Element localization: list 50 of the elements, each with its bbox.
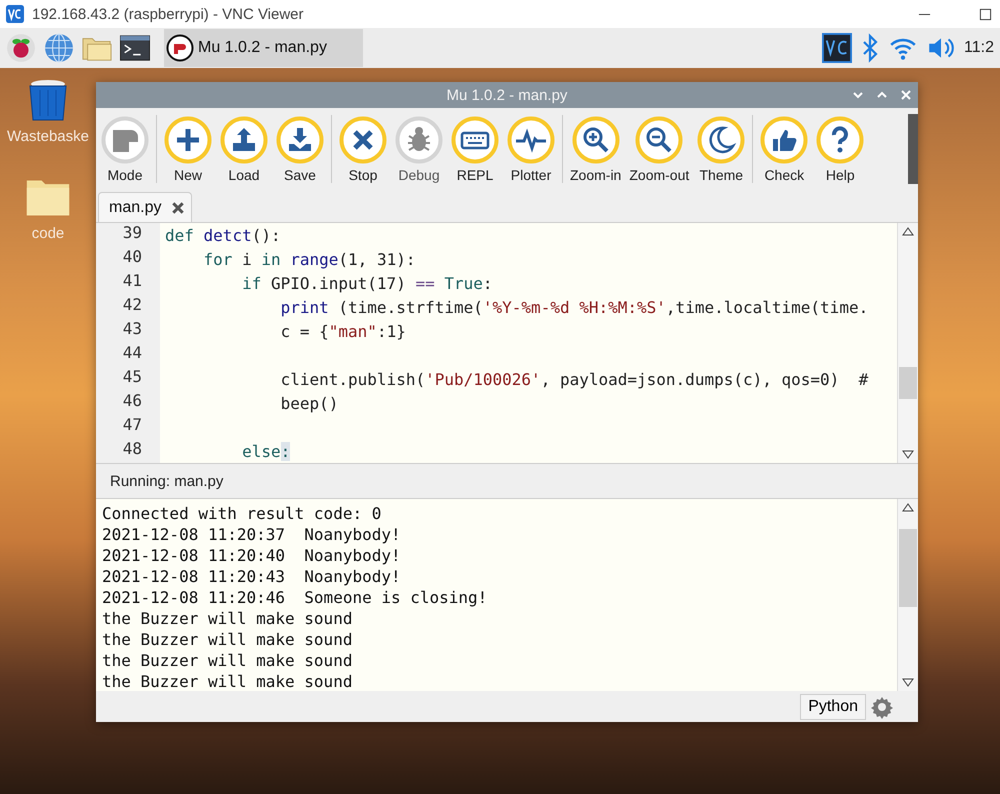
scrollbar-thumb[interactable] <box>899 529 917 607</box>
scrollbar[interactable] <box>908 114 918 184</box>
line-number: 40 <box>96 247 160 271</box>
globe-icon[interactable] <box>44 33 74 63</box>
window-title: Mu 1.0.2 - man.py <box>446 86 568 104</box>
console-line: the Buzzer will make sound <box>102 650 354 671</box>
file-tab[interactable]: man.py <box>98 192 192 222</box>
code-line: print (time.strftime('%Y-%m-%d %H:%M:%S',time.localtime(time. <box>280 298 868 316</box>
code-line: def detct(): <box>164 226 281 244</box>
line-number: 41 <box>96 271 160 295</box>
scrollbar[interactable] <box>897 499 918 691</box>
line-number: 43 <box>96 319 160 343</box>
app-logo-icon <box>166 34 194 62</box>
console-line: the Buzzer will make sound <box>102 608 354 629</box>
line-number: 46 <box>96 391 160 415</box>
code-editor[interactable] <box>96 222 918 463</box>
interpreter-button[interactable]: Python <box>800 694 866 720</box>
terminal-icon[interactable] <box>120 33 150 63</box>
viewer-title: 192.168.43.2 (raspberrypi) - VNC Viewer <box>32 6 304 22</box>
code-line: if GPIO.input(17) == True: <box>241 274 493 292</box>
console-line: 2021-12-08 11:20:40 Noanybody! <box>102 545 402 566</box>
line-number: 39 <box>96 223 160 247</box>
vnc-tray-icon[interactable] <box>822 33 852 63</box>
settings-icon[interactable] <box>870 694 894 718</box>
console-line: the Buzzer will make sound <box>102 629 354 650</box>
code-line: for i in range(1, 31): <box>202 250 416 268</box>
pane-title: Running: man.py <box>110 472 224 490</box>
task-button[interactable]: Mu 1.0.2 - man.py <box>164 29 363 67</box>
console-line: 2021-12-08 11:20:43 Noanybody! <box>102 566 402 587</box>
clock: 11:2 <box>964 39 994 57</box>
code-line: c = {"man":1} <box>280 322 406 340</box>
console-line: Connected with result code: 0 <box>102 503 382 524</box>
vnc-logo-icon <box>6 5 24 23</box>
maximize-icon[interactable] <box>979 8 992 20</box>
code-line: client.publish('Pub/100026', payload=json.dumps(c), qos=0) # <box>280 370 868 388</box>
console-line: 2021-12-08 11:20:37 Noanybody! <box>102 524 402 545</box>
line-number: 47 <box>96 415 160 439</box>
line-number: 44 <box>96 343 160 367</box>
line-number: 48 <box>96 439 160 463</box>
raspberry-icon[interactable] <box>6 33 36 63</box>
scrollbar-thumb[interactable] <box>899 367 917 399</box>
console-line: 2021-12-08 11:20:46 Someone is closing! <box>102 587 488 608</box>
line-number: 45 <box>96 367 160 391</box>
code-line: else: <box>241 442 290 460</box>
code-line: beep() <box>280 394 338 412</box>
line-number: 42 <box>96 295 160 319</box>
close-icon[interactable] <box>171 200 186 214</box>
console-line: the Buzzer will make sound <box>102 671 354 691</box>
bluetooth-icon[interactable] <box>860 33 880 63</box>
scrollbar[interactable] <box>897 223 918 463</box>
